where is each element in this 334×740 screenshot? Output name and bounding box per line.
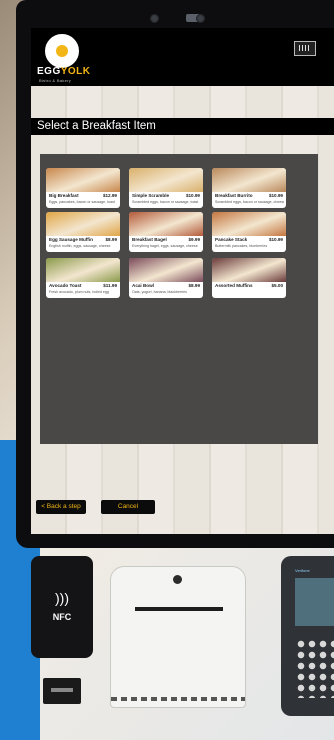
printer-knob-icon [173, 575, 182, 584]
nfc-label: NFC [52, 612, 72, 622]
menu-item-card[interactable]: Breakfast Burrito $10.99 Scrambled eggs, b… [212, 168, 286, 208]
menu-item-price: $12.99 [102, 193, 117, 198]
menu-item-description: Eggs, pancakes, bacon or sausage, toast [49, 200, 115, 204]
printer-slot [135, 607, 223, 611]
menu-item-image [46, 168, 120, 192]
page-title: Select a Breakfast Item [37, 120, 156, 132]
menu-item-card[interactable]: Pancake Stack $10.99 Buttermilk pancakes, … [212, 212, 286, 252]
menu-item-description: Scrambled eggs, bacon or sausage, cheese [215, 200, 284, 204]
menu-item-price: $8.99 [105, 237, 118, 242]
menu-item-description: Oats, yogurt, banana, blackberries [132, 290, 187, 294]
menu-item-card[interactable]: Assorted Muffins $5.00 [212, 258, 286, 298]
menu-item-name: Avocado Toast [49, 283, 82, 288]
menu-item-name: Breakfast Bagel [132, 237, 167, 242]
top-bar: EGGYOLK Bistro & Bakery [31, 28, 334, 86]
menu-item-image [212, 168, 286, 192]
menu-item-name: Egg Sausage Muffin [49, 237, 93, 242]
menu-item-price: $10.99 [268, 193, 283, 198]
menu-item-image [129, 168, 203, 192]
menu-item-card[interactable]: Avocado Toast $11.99 Fresh avocado, plum n… [46, 258, 120, 298]
menu-item-price: $11.99 [103, 283, 117, 288]
card-reader [43, 678, 81, 704]
menu-item-price: $10.99 [185, 193, 200, 198]
terminal-keypad [295, 638, 334, 698]
back-button[interactable]: < Back a step [36, 500, 86, 514]
menu-item-description: Buttermilk pancakes, blueberries [215, 244, 268, 248]
menu-item-description: Everything bagel, eggs, sausage, cheese [132, 244, 198, 248]
menu-item-image [129, 258, 203, 282]
payment-terminal: Verifone [281, 556, 334, 716]
terminal-screen [295, 578, 334, 626]
menu-panel: Big Breakfast $12.99 Eggs, pancakes, bacon… [40, 154, 318, 444]
menu-item-description: Scrambled eggs, bacon or sausage, toast [132, 200, 199, 204]
menu-item-name: Big Breakfast [49, 193, 79, 198]
barcode-scan-button[interactable] [294, 41, 316, 56]
menu-item-price: $5.00 [271, 283, 284, 288]
menu-item-name: Acai Bowl [132, 283, 154, 288]
camera-right-icon [196, 14, 205, 23]
title-bar: Select a Breakfast Item [31, 118, 334, 135]
menu-item-price: $10.99 [268, 237, 283, 242]
menu-item-description: Fresh avocado, plum nuts, boiled egg [49, 290, 109, 294]
nfc-waves-icon: ))) [55, 590, 69, 606]
menu-item-card[interactable]: Egg Sausage Muffin $8.99 English muffin, e… [46, 212, 120, 252]
terminal-brand: Verifone [295, 568, 310, 573]
menu-item-image [46, 212, 120, 236]
barcode-scan-icon [299, 45, 311, 51]
brand-tagline: Bistro & Bakery [39, 78, 72, 83]
receipt-printer [110, 566, 246, 708]
menu-item-card[interactable]: Big Breakfast $12.99 Eggs, pancakes, bacon… [46, 168, 120, 208]
menu-item-name: Pancake Stack [215, 237, 248, 242]
menu-item-name: Simple Scramble [132, 193, 170, 198]
brand-name: EGGYOLK [37, 66, 91, 77]
menu-item-name: Assorted Muffins [215, 283, 253, 288]
menu-item-image [129, 212, 203, 236]
cancel-button[interactable]: Cancel [101, 500, 155, 514]
menu-item-price: $8.99 [188, 283, 201, 288]
eggyolk-logo-icon [45, 34, 79, 68]
camera-left-icon [150, 14, 159, 23]
menu-item-card[interactable]: Acai Bowl $8.99 Oats, yogurt, banana, blac… [129, 258, 203, 298]
menu-item-name: Breakfast Burrito [215, 193, 253, 198]
nfc-reader: ))) NFC [31, 556, 93, 658]
kiosk-screen: EGGYOLK Bistro & Bakery Select a Breakfa… [31, 28, 334, 534]
menu-item-card[interactable]: Breakfast Bagel $9.99 Everything bagel, eg… [129, 212, 203, 252]
menu-item-card[interactable]: Simple Scramble $10.99 Scrambled eggs, bac… [129, 168, 203, 208]
menu-item-image [212, 258, 286, 282]
menu-item-description: English muffin, eggs, sausage, cheese [49, 244, 111, 248]
menu-item-image [46, 258, 120, 282]
menu-item-price: $9.99 [188, 237, 201, 242]
menu-item-image [212, 212, 286, 236]
